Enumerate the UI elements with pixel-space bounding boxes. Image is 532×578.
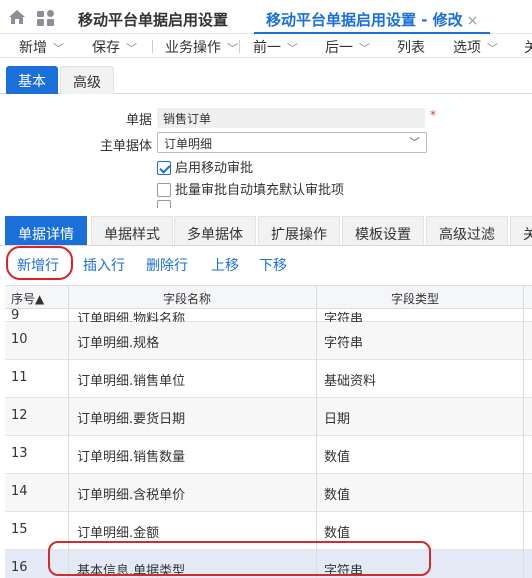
move-down-link[interactable]: 下移 <box>259 255 287 275</box>
partially-hidden-row <box>157 200 457 208</box>
tab-basic[interactable]: 基本 <box>6 66 58 94</box>
tab-doc-detail[interactable]: 单据详情 <box>5 216 87 245</box>
row-highlight-annotation <box>48 541 431 576</box>
seq-cell: 16 <box>11 560 28 575</box>
chevron-down-icon[interactable]: ﹀ <box>227 42 238 55</box>
field-name-cell: 订单明细.规格 <box>77 336 160 351</box>
add-row-annotation <box>6 246 73 280</box>
chevron-down-icon[interactable]: ﹀ <box>359 42 370 55</box>
chevron-down-icon[interactable]: ﹀ <box>126 42 137 55</box>
field-type-cell: 数值 <box>324 488 351 503</box>
tab-mobile-doc-settings[interactable]: 移动平台单据启用设置 <box>78 9 228 30</box>
table-row[interactable]: 10 订单明细.规格 字符串 <box>5 322 532 360</box>
seq-cell: 10 <box>11 332 28 347</box>
field-table: 序号▲ 字段名称 字段类型 9 订单明细.物料名称 字符串 10 订单明细.规格 字符串 1… <box>5 285 532 578</box>
batch-fill-checkbox[interactable] <box>157 182 171 197</box>
entity-select[interactable]: 订单明细 ﹀ <box>157 132 427 153</box>
tab-extended-ops[interactable]: 扩展操作 <box>258 216 340 245</box>
field-type-cell: 日期 <box>324 412 351 427</box>
tab-multi-entity[interactable]: 多单据体 <box>174 216 256 245</box>
list-button[interactable]: 列表 <box>397 37 425 57</box>
required-mark: * <box>430 108 436 122</box>
field-type-cell: 基础资料 <box>324 374 377 389</box>
table-row[interactable]: 14 订单明细.含税单价 数值 <box>5 474 532 512</box>
business-ops-label: 业务操作 <box>165 40 221 56</box>
insert-row-link[interactable]: 插入行 <box>83 255 125 275</box>
entity-label: 主单据体 <box>99 139 152 154</box>
move-up-link[interactable]: 上移 <box>211 255 239 275</box>
tab-advanced[interactable]: 高级 <box>60 66 114 94</box>
field-type-cell: 字符串 <box>324 336 364 351</box>
seq-cell: 13 <box>11 446 28 461</box>
tab-mobile-doc-settings-edit[interactable]: 移动平台单据启用设置 - 修改 × <box>254 0 491 34</box>
new-label: 新增 <box>19 40 47 56</box>
column-divider <box>68 285 69 578</box>
tab-advanced-filter[interactable]: 高级过滤 <box>426 216 508 245</box>
hidden-checkbox <box>157 200 171 208</box>
prev-label: 前一 <box>253 40 281 56</box>
table-row[interactable]: 13 订单明细.销售数量 数值 <box>5 436 532 474</box>
seq-cell: 9 <box>11 308 20 323</box>
home-icon[interactable] <box>8 8 26 26</box>
field-type-cell: 数值 <box>324 450 351 465</box>
seq-cell: 15 <box>11 522 28 537</box>
seq-cell: 11 <box>11 370 28 385</box>
options-label: 选项 <box>453 40 481 56</box>
field-type-cell: 数值 <box>324 526 351 541</box>
chevron-down-icon[interactable]: ﹀ <box>409 134 420 150</box>
entity-select-value: 订单明细 <box>164 137 213 151</box>
close-icon[interactable]: × <box>467 13 479 29</box>
mobile-approve-checkbox[interactable] <box>157 160 171 175</box>
field-name-cell: 订单明细.要货日期 <box>77 412 186 427</box>
save-label: 保存 <box>92 40 120 56</box>
toolbar-divider <box>152 40 153 53</box>
field-name-cell: 订单明细.金额 <box>77 526 160 541</box>
mobile-approve-option[interactable]: 启用移动审批 <box>157 157 254 176</box>
field-name-cell: 订单明细.销售单位 <box>77 374 186 389</box>
chevron-down-icon[interactable]: ﹀ <box>53 42 64 55</box>
batch-fill-label: 批量审批自动填充默认审批项 <box>175 183 345 198</box>
toolbar-divider <box>239 40 240 53</box>
column-divider <box>316 285 317 578</box>
column-divider <box>523 285 524 578</box>
toolbar: 新增 ﹀ 保存 ﹀ 业务操作 ﹀ 前一 ﹀ 后一 ﹀ 列表 选项 ﹀ 关 <box>0 34 532 58</box>
title-bar: 移动平台单据启用设置 移动平台单据启用设置 - 修改 × <box>0 0 532 34</box>
close-button[interactable]: 关 <box>524 37 532 57</box>
detail-tabs: 单据详情 单据样式 多单据体 扩展操作 模板设置 高级过滤 关 <box>0 216 532 246</box>
tab-more[interactable]: 关 <box>510 216 532 245</box>
main-tabs: 基本 高级 <box>0 62 532 94</box>
delete-row-link[interactable]: 删除行 <box>146 255 188 275</box>
table-row[interactable]: 9 订单明细.物料名称 字符串 <box>5 298 532 327</box>
field-name-cell: 订单明细.销售数量 <box>77 450 186 465</box>
save-button[interactable]: 保存 ﹀ <box>92 37 137 57</box>
chevron-down-icon[interactable]: ﹀ <box>287 42 298 55</box>
tab-title: 移动平台单据启用设置 - 修改 <box>266 11 463 29</box>
doc-label: 单据 <box>125 113 152 128</box>
next-label: 后一 <box>325 40 353 56</box>
apps-icon[interactable] <box>37 10 54 26</box>
table-row[interactable]: 12 订单明细.要货日期 日期 <box>5 398 532 436</box>
table-row[interactable]: 11 订单明细.销售单位 基础资料 <box>5 360 532 398</box>
chevron-down-icon[interactable]: ﹀ <box>487 42 498 55</box>
options-button[interactable]: 选项 ﹀ <box>453 37 498 57</box>
tab-template-settings[interactable]: 模板设置 <box>342 216 424 245</box>
next-button[interactable]: 后一 ﹀ <box>325 37 370 57</box>
field-name-cell: 订单明细.含税单价 <box>77 488 186 503</box>
seq-cell: 14 <box>11 484 28 499</box>
batch-fill-option[interactable]: 批量审批自动填充默认审批项 <box>157 179 345 198</box>
doc-field: 销售订单 <box>157 108 425 128</box>
new-button[interactable]: 新增 ﹀ <box>19 37 64 57</box>
tab-doc-style[interactable]: 单据样式 <box>91 216 173 245</box>
seq-cell: 12 <box>11 408 28 423</box>
prev-button[interactable]: 前一 ﹀ <box>253 37 298 57</box>
business-ops-button[interactable]: 业务操作 ﹀ <box>165 37 238 57</box>
mobile-approve-label: 启用移动审批 <box>175 161 254 176</box>
